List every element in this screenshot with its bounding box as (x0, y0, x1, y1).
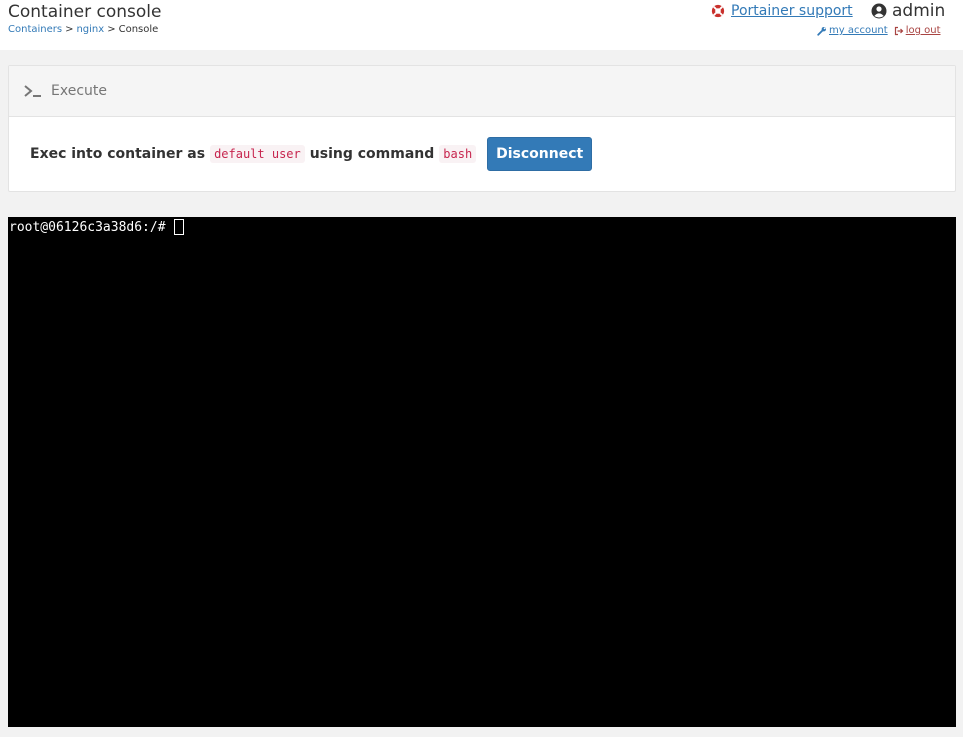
my-account-link[interactable]: my account (817, 25, 888, 36)
page-header: Container console Containers > nginx > Conso… (0, 0, 963, 50)
account-links: my account log out (817, 25, 941, 36)
wrench-icon (817, 26, 826, 36)
breadcrumb-containers[interactable]: Containers (8, 24, 62, 35)
exec-text-middle: using command (309, 146, 435, 162)
support-label: Portainer support (731, 3, 853, 19)
widget-body: Exec into container as default user usin… (9, 117, 955, 191)
exec-user-code: default user (210, 145, 305, 163)
widget-header: Execute (9, 66, 955, 117)
breadcrumb-separator: > (107, 24, 116, 35)
exec-text-prefix: Exec into container as (30, 146, 206, 162)
user-circle-icon (871, 3, 887, 19)
terminal-cursor (173, 219, 184, 235)
terminal-prompt: root@06126c3a38d6:/# (9, 219, 166, 235)
sign-out-icon (894, 26, 904, 35)
disconnect-button[interactable]: Disconnect (487, 137, 593, 171)
breadcrumb-current: Console (118, 24, 159, 35)
breadcrumb: Containers > nginx > Console (8, 24, 158, 35)
logout-label: log out (905, 25, 941, 36)
user-menu: admin (871, 1, 945, 21)
terminal-line: root@06126c3a38d6:/# (9, 219, 184, 235)
widget-title: Execute (51, 83, 107, 99)
username: admin (892, 1, 946, 21)
breadcrumb-nginx[interactable]: nginx (76, 24, 104, 35)
exec-command-code: bash (439, 145, 477, 163)
page-title: Container console (8, 2, 162, 22)
breadcrumb-separator: > (65, 24, 74, 35)
terminal-icon (24, 85, 41, 97)
life-ring-icon (711, 4, 725, 18)
execute-widget: Execute Exec into container as default u… (8, 65, 956, 192)
my-account-label: my account (829, 25, 888, 36)
logout-link[interactable]: log out (894, 25, 941, 36)
portainer-support-link[interactable]: Portainer support (711, 3, 853, 19)
terminal[interactable]: root@06126c3a38d6:/# (8, 217, 956, 727)
